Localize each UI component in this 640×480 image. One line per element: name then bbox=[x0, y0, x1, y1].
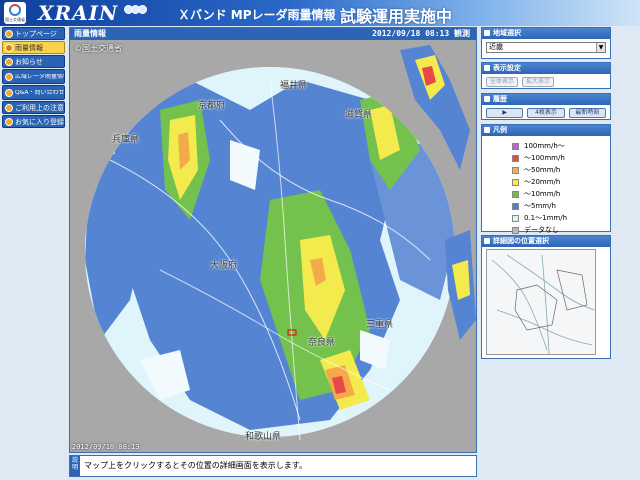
display-panel: 表示設定 全体表示 拡大表示 bbox=[481, 62, 611, 89]
region-panel: 地域選択 近畿 ▼ bbox=[481, 27, 611, 59]
label-kyoto: 京都府 bbox=[198, 101, 226, 111]
map-copyright: ©国土交通省 bbox=[74, 44, 122, 53]
zoom-view-button[interactable]: 拡大表示 bbox=[522, 77, 555, 87]
label-shiga: 滋賀県 bbox=[345, 110, 373, 120]
radar-map[interactable]: ©国土交通省 福井県 京都府 滋賀県 兵庫県 大阪府 三重県 奈良県 和歌山県 … bbox=[70, 40, 476, 452]
region-select-value: 近畿 bbox=[489, 43, 503, 51]
history-panel: 履歴 ▶ 4枚表示 最新時刻 bbox=[481, 93, 611, 120]
mlit-emblem-icon bbox=[9, 3, 21, 16]
detail-panel-title: 詳細図の位置選択 bbox=[482, 236, 610, 247]
full-view-button[interactable]: 全体表示 bbox=[486, 77, 519, 87]
legend-swatch bbox=[512, 202, 519, 210]
legend-swatch bbox=[512, 214, 519, 222]
nav-top-page[interactable]: トップページ bbox=[2, 27, 65, 40]
label-wakayama: 和歌山県 bbox=[245, 432, 282, 442]
mini-map-graphic bbox=[487, 250, 595, 354]
four-frame-button[interactable]: 4枚表示 bbox=[527, 108, 565, 118]
region-select[interactable]: 近畿 ▼ bbox=[486, 42, 606, 53]
detail-panel: 詳細図の位置選択 bbox=[481, 235, 611, 359]
nav-bullet-icon bbox=[5, 72, 13, 81]
nav-bullet-icon bbox=[5, 88, 13, 97]
detail-mini-map[interactable] bbox=[486, 249, 596, 355]
legend-swatch bbox=[512, 154, 519, 162]
label-osaka: 大阪府 bbox=[210, 261, 238, 271]
sidebar-nav: トップページ 雨量情報 お知らせ 広域レーダ雨量情報へ Q&A・問い合わせ ご利… bbox=[0, 26, 66, 480]
legend-item: ～100mm/h bbox=[482, 152, 610, 164]
brand-logo[interactable]: XRAIN bbox=[38, 1, 118, 25]
legend-panel-title: 凡例 bbox=[482, 125, 610, 136]
legend-swatch bbox=[512, 142, 519, 150]
legend-item: ～20mm/h bbox=[482, 176, 610, 188]
nav-faq[interactable]: Q&A・問い合わせ bbox=[2, 85, 65, 100]
help-text: マップ上をクリックするとその位置の詳細画面を表示します。 bbox=[84, 461, 307, 470]
trial-banner: 試験運用実施中 bbox=[340, 7, 453, 26]
region-panel-title: 地域選択 bbox=[482, 28, 610, 39]
legend-swatch bbox=[512, 166, 519, 174]
observation-time: 2012/09/18 08:13 観測 bbox=[372, 29, 470, 38]
latest-time-button[interactable]: 最新時刻 bbox=[568, 108, 606, 118]
nav-bullet-icon bbox=[5, 29, 13, 38]
nav-bullet-icon bbox=[5, 43, 13, 52]
legend-swatch bbox=[512, 190, 519, 198]
nav-usage-notes[interactable]: ご利用上の注意 bbox=[2, 101, 65, 114]
mlit-logo[interactable]: 国土交通省 bbox=[4, 2, 26, 24]
map-panel-title: 雨量情報 bbox=[74, 29, 106, 38]
right-rail bbox=[614, 26, 640, 480]
radar-map-graphic bbox=[85, 45, 476, 441]
legend-item: ～5mm/h bbox=[482, 200, 610, 212]
nav-bookmark[interactable]: お気に入り登録 bbox=[2, 115, 65, 128]
mlit-badge-text: 国土交通省 bbox=[5, 16, 25, 22]
brand-dots-icon bbox=[124, 5, 147, 14]
legend-item: ～50mm/h bbox=[482, 164, 610, 176]
nav-rain-info[interactable]: 雨量情報 bbox=[2, 41, 65, 54]
app-header: 国土交通省 XRAIN Ｘバンド MPレーダ雨量情報 試験運用実施中 bbox=[0, 0, 640, 26]
nav-bullet-icon bbox=[5, 117, 13, 126]
label-nara: 奈良県 bbox=[308, 338, 336, 348]
legend-item: ～10mm/h bbox=[482, 188, 610, 200]
play-button[interactable]: ▶ bbox=[486, 108, 524, 118]
history-panel-title: 履歴 bbox=[482, 94, 610, 105]
legend-swatch bbox=[512, 178, 519, 186]
nav-wide-radar[interactable]: 広域レーダ雨量情報へ bbox=[2, 69, 65, 84]
legend-swatch bbox=[512, 226, 519, 234]
nav-bullet-icon bbox=[5, 57, 13, 66]
label-fukui: 福井県 bbox=[280, 81, 308, 91]
label-hyogo: 兵庫県 bbox=[112, 135, 140, 145]
help-tag: 説明 bbox=[70, 456, 80, 476]
legend-panel: 凡例 100mm/h～ ～100mm/h ～50mm/h ～20mm/h ～10… bbox=[481, 124, 611, 234]
nav-news[interactable]: お知らせ bbox=[2, 55, 65, 68]
chevron-down-icon: ▼ bbox=[596, 43, 605, 52]
map-overlay-time: 2012/09/18 08:13 bbox=[72, 443, 140, 451]
legend-item: 100mm/h～ bbox=[482, 140, 610, 152]
help-note: 説明 マップ上をクリックするとその位置の詳細画面を表示します。 bbox=[69, 455, 477, 477]
nav-bullet-icon bbox=[5, 103, 13, 112]
map-panel-header: 雨量情報 2012/09/18 08:13 観測 bbox=[70, 28, 476, 40]
display-panel-title: 表示設定 bbox=[482, 63, 610, 74]
page-title: Ｘバンド MPレーダ雨量情報 bbox=[178, 8, 336, 22]
label-mie: 三重県 bbox=[366, 320, 394, 330]
rain-map-panel: 雨量情報 2012/09/18 08:13 観測 ©国土交通省 福井県 京都府 … bbox=[69, 27, 477, 453]
legend-item: 0.1～1mm/h bbox=[482, 212, 610, 224]
